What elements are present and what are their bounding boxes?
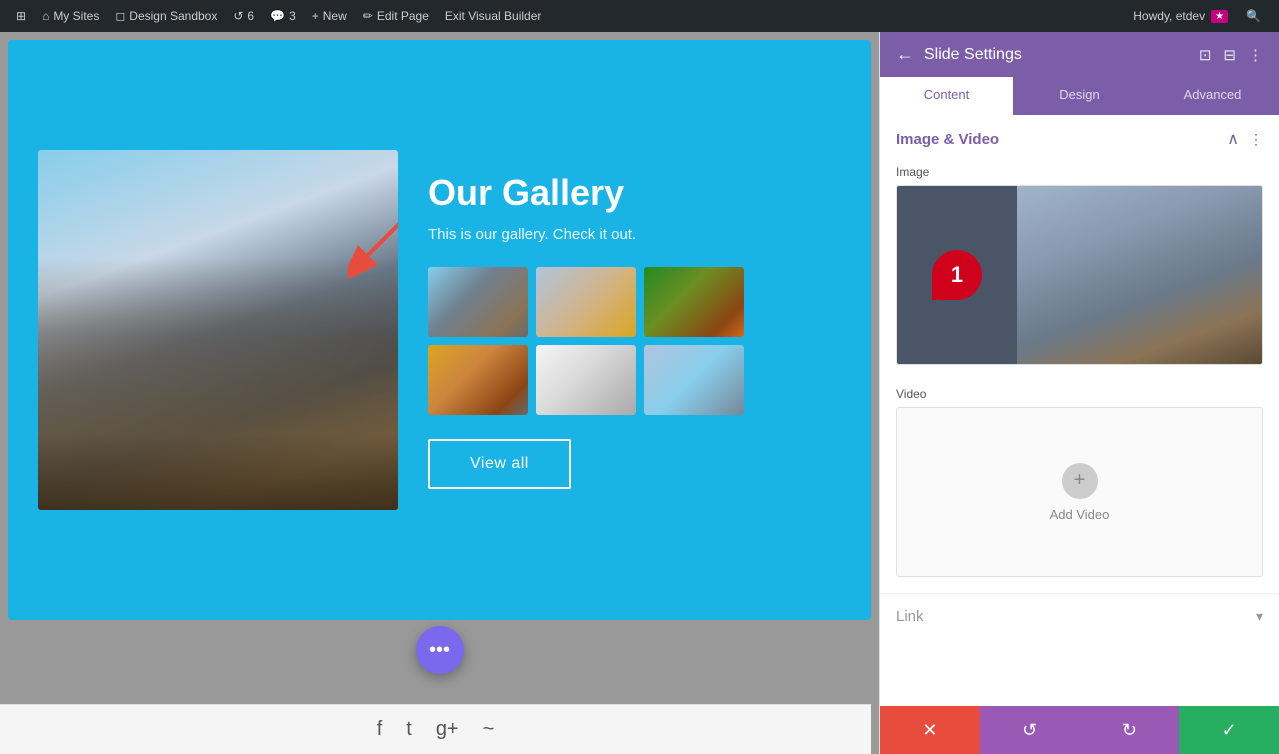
gallery-grid: [428, 267, 841, 415]
slide-content: Our Gallery This is our gallery. Check i…: [428, 172, 841, 489]
exit-builder-link[interactable]: Exit Visual Builder: [437, 0, 550, 32]
gallery-thumb-6[interactable]: [644, 345, 744, 415]
link-section: Link ▾: [880, 593, 1279, 639]
columns-icon[interactable]: ⊟: [1223, 46, 1236, 64]
slide-number-badge: 1: [932, 250, 982, 300]
link-chevron-icon: ▾: [1256, 608, 1263, 625]
undo-icon: ↺: [1022, 720, 1037, 741]
panel-header: ← Slide Settings ⊡ ⊟ ⋮: [880, 32, 1279, 77]
save-button[interactable]: ✓: [1179, 706, 1279, 754]
user-menu[interactable]: Howdy, etdev ★: [1125, 9, 1236, 23]
revisions-icon: ↺: [233, 9, 243, 23]
etdev-star-badge: ★: [1211, 10, 1228, 23]
panel-body: Image & Video ∧ ⋮ Image 1: [880, 115, 1279, 706]
google-plus-icon[interactable]: g+: [436, 718, 459, 741]
section-image-video-title: Image & Video: [896, 131, 999, 148]
exit-builder-label: Exit Visual Builder: [445, 9, 542, 23]
wp-icon: ⊞: [16, 9, 26, 23]
image-upload-area[interactable]: 1: [896, 185, 1263, 365]
edit-page-link[interactable]: ✏ Edit Page: [355, 0, 437, 32]
link-section-title: Link: [896, 608, 924, 625]
edit-icon: ✏: [363, 9, 373, 23]
cancel-button[interactable]: ✕: [880, 706, 980, 754]
tab-advanced[interactable]: Advanced: [1146, 77, 1279, 115]
design-sandbox-link[interactable]: ◻ Design Sandbox: [107, 0, 225, 32]
slide-main-image: [38, 150, 398, 510]
design-sandbox-label: Design Sandbox: [129, 9, 217, 23]
image-preview-right: [1017, 186, 1262, 364]
gallery-thumb-3[interactable]: [644, 267, 744, 337]
save-icon: ✓: [1222, 720, 1237, 741]
tab-content[interactable]: Content: [880, 77, 1013, 115]
redo-icon: ↻: [1122, 720, 1137, 741]
image-upload-right: [1017, 186, 1262, 364]
twitter-icon[interactable]: t: [406, 718, 412, 741]
facebook-icon[interactable]: f: [377, 718, 383, 741]
gallery-thumb-4[interactable]: [428, 345, 528, 415]
cancel-icon: ✕: [922, 720, 937, 741]
main-area: Our Gallery This is our gallery. Check i…: [0, 32, 1279, 754]
rss-icon[interactable]: ~: [483, 718, 495, 741]
link-section-header[interactable]: Link ▾: [896, 594, 1263, 639]
design-icon: ◻: [115, 9, 125, 23]
admin-bar: ⊞ ⌂ My Sites ◻ Design Sandbox ↺ 6 💬 3 + …: [0, 0, 1279, 32]
gallery-thumb-5[interactable]: [536, 345, 636, 415]
gallery-thumb-1[interactable]: [428, 267, 528, 337]
slide-image-bg: [38, 150, 398, 510]
redo-button[interactable]: ↻: [1080, 706, 1180, 754]
howdy-text: Howdy, etdev: [1133, 9, 1205, 23]
slide-number-text: 1: [951, 262, 963, 288]
more-options-icon[interactable]: ⋮: [1248, 46, 1263, 64]
slide-section: Our Gallery This is our gallery. Check i…: [8, 40, 871, 620]
my-sites-menu[interactable]: ⌂ My Sites: [34, 0, 107, 32]
comments-icon: 💬: [270, 9, 285, 23]
panel-tabs: Content Design Advanced: [880, 77, 1279, 115]
panel-title: Slide Settings: [924, 46, 1189, 64]
sites-icon: ⌂: [42, 9, 49, 23]
search-button[interactable]: 🔍: [1236, 9, 1271, 23]
revisions-link[interactable]: ↺ 6: [225, 0, 262, 32]
add-video-plus-button[interactable]: +: [1062, 463, 1098, 499]
social-bar: f t g+ ~: [0, 704, 871, 754]
comments-link[interactable]: 💬 3: [262, 0, 304, 32]
section-header-icons: ∧ ⋮: [1227, 129, 1263, 149]
edit-page-label: Edit Page: [377, 9, 429, 23]
plus-icon: +: [312, 9, 319, 23]
wp-logo[interactable]: ⊞: [8, 0, 34, 32]
image-upload-left: 1: [897, 186, 1017, 364]
slide-title: Our Gallery: [428, 172, 841, 214]
fab-dots-icon: •••: [429, 639, 450, 662]
resize-icon[interactable]: ⊡: [1199, 46, 1212, 64]
revisions-count: 6: [247, 9, 254, 23]
my-sites-label: My Sites: [53, 9, 99, 23]
new-content-menu[interactable]: + New: [304, 0, 355, 32]
video-upload-area[interactable]: + Add Video: [896, 407, 1263, 577]
pier-overlay: [38, 258, 398, 510]
view-all-button[interactable]: View all: [428, 439, 571, 489]
slide-description: This is our gallery. Check it out.: [428, 226, 841, 243]
image-field-label: Image: [880, 159, 1279, 185]
page-canvas: Our Gallery This is our gallery. Check i…: [0, 32, 879, 754]
floating-action-button[interactable]: •••: [416, 626, 464, 674]
new-label: New: [323, 9, 347, 23]
slide-settings-panel: ← Slide Settings ⊡ ⊟ ⋮ Content Design Ad…: [879, 32, 1279, 754]
add-video-label: Add Video: [1050, 507, 1110, 522]
gallery-thumb-2[interactable]: [536, 267, 636, 337]
image-video-section-header: Image & Video ∧ ⋮: [880, 115, 1279, 159]
panel-back-button[interactable]: ←: [896, 44, 914, 65]
panel-header-icons: ⊡ ⊟ ⋮: [1199, 46, 1263, 64]
video-field-label: Video: [880, 381, 1279, 407]
tab-design[interactable]: Design: [1013, 77, 1146, 115]
panel-footer: ✕ ↺ ↻ ✓: [880, 706, 1279, 754]
comments-count: 3: [289, 9, 296, 23]
section-more-icon[interactable]: ⋮: [1249, 131, 1263, 148]
section-collapse-icon[interactable]: ∧: [1227, 129, 1239, 149]
undo-button[interactable]: ↺: [980, 706, 1080, 754]
